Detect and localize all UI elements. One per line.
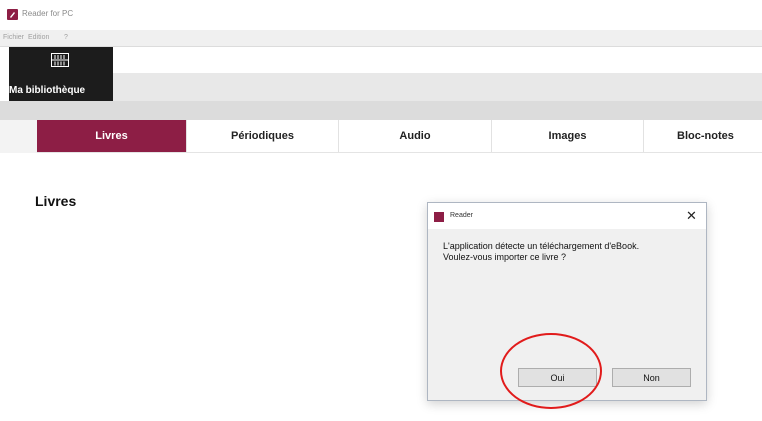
title-bar: Reader for PC xyxy=(0,0,762,30)
library-button[interactable]: Ma bibliothèque xyxy=(9,47,113,101)
window-title: Reader for PC xyxy=(22,9,74,18)
tab-images[interactable]: Images xyxy=(492,120,644,152)
menu-fichier[interactable]: Fichier xyxy=(3,34,24,41)
highlight-circle xyxy=(500,333,602,409)
library-toolbar xyxy=(0,47,762,101)
dialog-message-line2: Voulez-vous importer ce livre ? xyxy=(443,252,567,262)
separator-band xyxy=(0,101,762,120)
tab-periodiques[interactable]: Périodiques xyxy=(187,120,339,152)
library-button-label: Ma bibliothèque xyxy=(9,85,86,96)
close-icon[interactable]: ✕ xyxy=(686,208,697,224)
menu-bar: Fichier Edition ? xyxy=(0,30,762,47)
menu-edition[interactable]: Edition xyxy=(28,34,49,41)
dialog-title-bar: Reader ✕ xyxy=(428,203,706,229)
dialog-title: Reader xyxy=(450,212,473,219)
bookshelf-icon xyxy=(51,53,69,72)
section-title: Livres xyxy=(35,193,77,209)
tab-bloc-notes[interactable]: Bloc-notes xyxy=(644,120,762,152)
dialog-message: L'application détecte un téléchargement … xyxy=(443,241,705,263)
reader-app-icon xyxy=(434,212,444,222)
menu-help[interactable]: ? xyxy=(64,34,68,41)
toolbar-strip xyxy=(113,73,762,101)
app-logo-icon xyxy=(7,9,18,20)
tab-audio[interactable]: Audio xyxy=(339,120,492,152)
category-tabs: Livres Périodiques Audio Images Bloc-not… xyxy=(37,120,762,153)
tab-livres[interactable]: Livres xyxy=(37,120,187,152)
non-button[interactable]: Non xyxy=(612,368,691,387)
dialog-message-line1: L'application détecte un téléchargement … xyxy=(443,241,640,251)
